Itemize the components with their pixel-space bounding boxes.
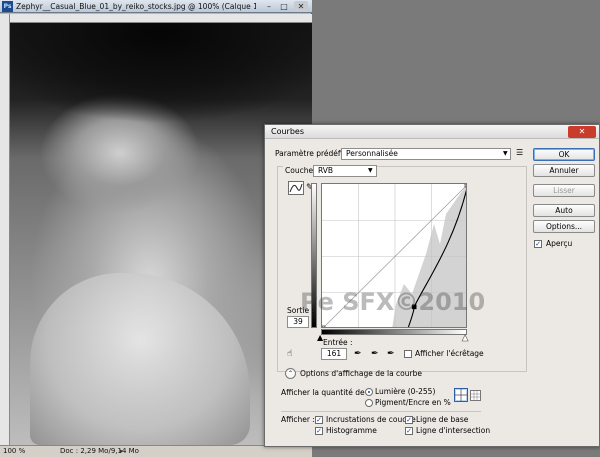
preset-select[interactable]: Personnalisée: [341, 148, 511, 160]
document-title: Zephyr__Casual_Blue_01_by_reiko_stocks.j…: [16, 2, 256, 11]
expand-options-icon[interactable]: ⌃: [285, 368, 296, 379]
detailed-grid-icon[interactable]: [470, 390, 481, 401]
show-label: Afficher :: [281, 415, 315, 424]
maximize-button[interactable]: □: [277, 1, 291, 12]
dialog-titlebar[interactable]: Courbes ✕: [265, 125, 599, 139]
minimize-button[interactable]: –: [262, 1, 276, 12]
light-radio[interactable]: [365, 388, 373, 396]
histogram-checkbox[interactable]: ✓: [315, 427, 323, 435]
dialog-close-button[interactable]: ✕: [568, 126, 596, 138]
baseline-checkbox[interactable]: ✓: [405, 416, 413, 424]
light-option-label: Lumière (0-255): [375, 387, 436, 396]
output-field[interactable]: 39: [287, 316, 309, 328]
intersection-line-checkbox[interactable]: ✓: [405, 427, 413, 435]
preview-checkbox[interactable]: ✓: [534, 240, 542, 248]
close-document-button[interactable]: ✕: [294, 1, 308, 12]
chevron-down-icon: ▼: [503, 150, 508, 157]
curves-dialog: Courbes ✕ Paramètre prédéfini : Personna…: [264, 124, 600, 447]
histogram-label: Histogramme: [326, 426, 377, 435]
ok-button[interactable]: OK: [533, 148, 595, 161]
horizontal-ruler[interactable]: [10, 14, 312, 23]
baseline-label: Ligne de base: [416, 415, 469, 424]
chevron-down-icon: ▼: [368, 167, 373, 174]
preset-menu-icon[interactable]: ☰: [516, 148, 526, 158]
curve-control-point[interactable]: [322, 325, 326, 328]
gray-eyedropper-icon[interactable]: ✒: [371, 348, 383, 360]
grid-4-icon: [455, 389, 467, 401]
photo-hand-area: [30, 273, 250, 445]
status-menu-arrow-icon[interactable]: ▸: [120, 446, 124, 457]
grid-10-icon: [471, 391, 480, 400]
photoshop-icon: Ps: [2, 1, 13, 12]
channel-overlays-checkbox[interactable]: ✓: [315, 416, 323, 424]
show-amount-label: Afficher la quantité de :: [281, 388, 370, 397]
document-titlebar[interactable]: Ps Zephyr__Casual_Blue_01_by_reiko_stock…: [0, 0, 312, 13]
channel-overlays-label: Incrustations de couche: [326, 415, 416, 424]
pigment-option-label: Pigment/Encre en %: [375, 398, 451, 407]
curve-tool-icon: [289, 183, 303, 193]
curve-display-options-label: Options d'affichage de la courbe: [300, 369, 422, 378]
vertical-ruler[interactable]: [0, 14, 10, 445]
pigment-radio[interactable]: [365, 399, 373, 407]
auto-button[interactable]: Auto: [533, 204, 595, 217]
input-field[interactable]: 161: [321, 348, 347, 360]
input-gradient-bar: [321, 329, 467, 335]
zoom-field[interactable]: 100 %: [3, 446, 35, 457]
curve-point-tool[interactable]: [288, 181, 304, 195]
black-eyedropper-icon[interactable]: ✒: [354, 348, 366, 360]
white-point-slider[interactable]: ▲: [462, 333, 469, 342]
preview-label: Aperçu: [546, 239, 573, 248]
cancel-button[interactable]: Annuler: [533, 164, 595, 177]
dialog-title: Courbes: [271, 127, 305, 136]
watermark: Pe SFX©2010: [300, 288, 486, 316]
options-button[interactable]: Options...: [533, 220, 595, 233]
simple-grid-icon[interactable]: [454, 388, 468, 402]
show-clipping-checkbox[interactable]: [404, 350, 412, 358]
document-size-info: Doc : 2,29 Mo/9,14 Mo: [60, 447, 139, 455]
smooth-button[interactable]: Lisser: [533, 184, 595, 197]
show-clipping-label: Afficher l'écrêtage: [415, 349, 484, 358]
divider: [281, 411, 481, 412]
curve-control-point[interactable]: [464, 184, 467, 188]
input-label: Entrée :: [323, 338, 353, 347]
intersection-line-label: Ligne d'intersection: [416, 426, 491, 435]
on-image-adjust-hand-icon[interactable]: ☝: [287, 347, 301, 361]
white-eyedropper-icon[interactable]: ✒: [387, 348, 399, 360]
photo-hair-area: [10, 23, 312, 133]
